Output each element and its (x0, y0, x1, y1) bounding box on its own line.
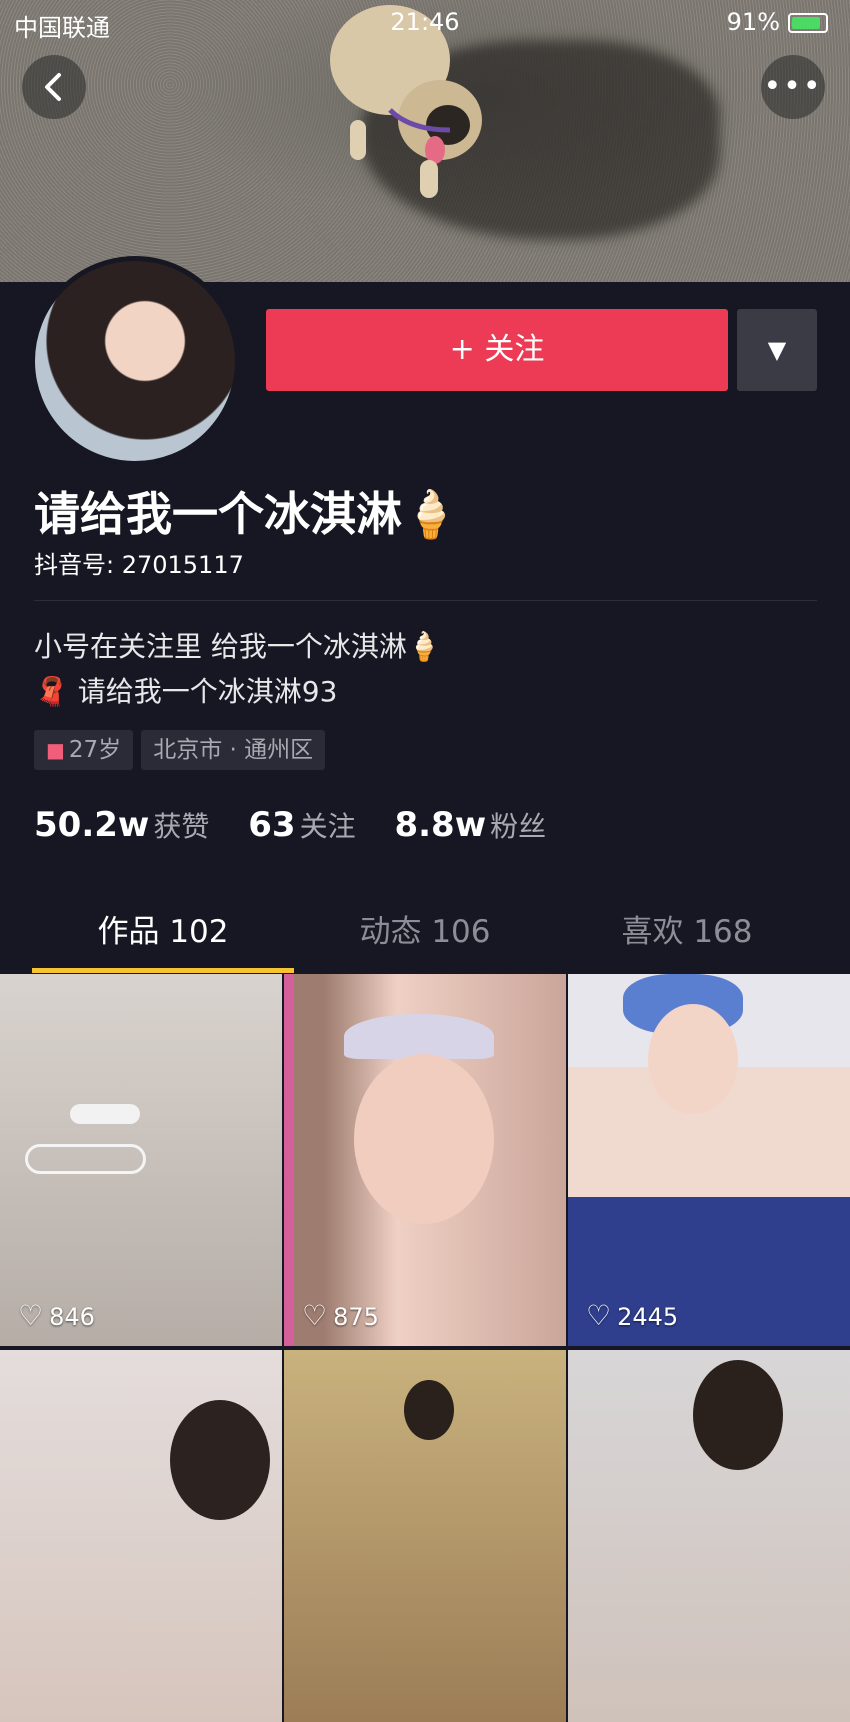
douyin-id[interactable]: 抖音号: 27015117 (34, 545, 244, 580)
status-bar: 中国联通 21:46 91% (0, 0, 850, 42)
face (648, 1004, 738, 1114)
video-thumbnail[interactable]: ♡ 846 (0, 974, 282, 1346)
tab-activity[interactable]: 动态 106 (294, 900, 556, 972)
followers-stat[interactable]: 8.8w 粉丝 (394, 805, 546, 845)
hair (693, 1360, 783, 1470)
like-count-value: 846 (49, 1303, 95, 1331)
video-like-count: ♡ 2445 (586, 1299, 678, 1332)
chevron-left-icon (45, 73, 61, 101)
video-like-count: ♡ 875 (302, 1299, 379, 1332)
heart-icon: ♡ (586, 1299, 612, 1332)
follow-button[interactable]: + 关注 (266, 309, 728, 391)
like-count-value: 875 (333, 1303, 379, 1331)
face (354, 1054, 494, 1224)
more-icon: ••• (763, 69, 823, 104)
clock: 21:46 (390, 8, 460, 36)
video-like-count: ♡ 846 (18, 1299, 95, 1332)
nickname: 请给我一个冰淇淋🍦 (34, 487, 460, 541)
back-button[interactable] (22, 55, 86, 119)
bio-line-1: 小号在关注里 给我一个冰淇淋🍦 (34, 630, 442, 663)
age-label: 27岁 (68, 737, 122, 763)
age-tag: ■ 27岁 (34, 730, 134, 770)
recommend-dropdown-button[interactable]: ▼ (737, 309, 817, 391)
divider (34, 600, 817, 601)
following-label: 关注 (299, 810, 356, 843)
likes-stat: 50.2w 获赞 (34, 805, 209, 845)
tiara (344, 1014, 494, 1059)
location-tag: 北京市 · 通州区 (141, 730, 326, 770)
caret-down-icon: ▼ (767, 336, 787, 364)
heart-icon: ♡ (18, 1299, 44, 1332)
video-thumbnail[interactable] (568, 1350, 850, 1722)
profile-banner (0, 0, 850, 282)
hair (170, 1400, 270, 1520)
like-count-value: 2445 (617, 1303, 679, 1331)
followers-count: 8.8w (394, 805, 487, 845)
following-stat[interactable]: 63 关注 (248, 805, 355, 845)
video-thumbnail[interactable]: ♡ 2445 (568, 974, 850, 1346)
female-icon: ■ (46, 738, 65, 762)
head (404, 1380, 454, 1440)
heart-icon: ♡ (302, 1299, 328, 1332)
more-options-button[interactable]: ••• (761, 55, 825, 119)
tab-liked[interactable]: 喜欢 168 (556, 900, 818, 972)
content-tabs: 作品 102 动态 106 喜欢 168 (0, 900, 850, 974)
shelf (25, 1144, 146, 1174)
tab-works[interactable]: 作品 102 (32, 900, 294, 972)
video-thumbnail[interactable]: ♡ 875 (284, 974, 566, 1346)
likes-label: 获赞 (153, 810, 210, 843)
video-thumbnail[interactable] (0, 1350, 282, 1722)
following-count: 63 (248, 805, 296, 845)
followers-label: 粉丝 (490, 810, 547, 843)
tab-active-indicator (32, 968, 294, 973)
profile-stats: 50.2w 获赞 63 关注 8.8w 粉丝 (34, 805, 576, 845)
likes-count: 50.2w (34, 805, 150, 845)
battery-percent: 91% (726, 8, 780, 36)
profile-tags: ■ 27岁 北京市 · 通州区 (34, 730, 333, 770)
battery-icon (788, 13, 828, 33)
avatar[interactable] (30, 256, 240, 466)
shower-head (70, 1104, 140, 1124)
video-thumbnail[interactable] (284, 1350, 566, 1722)
bio-line-2: 🧣 请给我一个冰淇淋93 (34, 675, 338, 708)
